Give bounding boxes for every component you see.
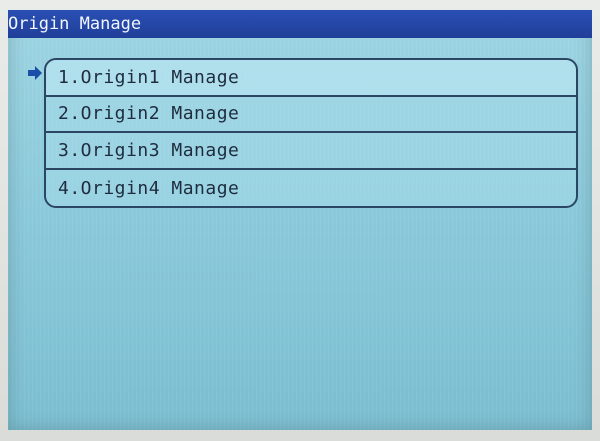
menu-item-label: 3.Origin3 Manage (58, 139, 240, 161)
lcd-screen: Origin Manage 1.Origin1 Manage 2.Origin2… (8, 10, 592, 430)
menu-item-origin1[interactable]: 1.Origin1 Manage (46, 60, 576, 97)
device-frame: Origin Manage 1.Origin1 Manage 2.Origin2… (0, 0, 600, 441)
menu-item-origin2[interactable]: 2.Origin2 Manage (46, 97, 576, 133)
menu-item-label: 4.Origin4 Manage (58, 177, 240, 199)
arrow-right-icon (28, 66, 42, 80)
title-bar: Origin Manage (8, 10, 592, 38)
menu-item-label: 1.Origin1 Manage (58, 66, 240, 88)
page-title: Origin Manage (8, 14, 142, 34)
menu-item-label: 2.Origin2 Manage (58, 103, 240, 125)
menu-item-origin4[interactable]: 4.Origin4 Manage (46, 170, 576, 207)
menu-item-origin3[interactable]: 3.Origin3 Manage (46, 133, 576, 170)
origin-menu: 1.Origin1 Manage 2.Origin2 Manage 3.Orig… (44, 58, 578, 208)
